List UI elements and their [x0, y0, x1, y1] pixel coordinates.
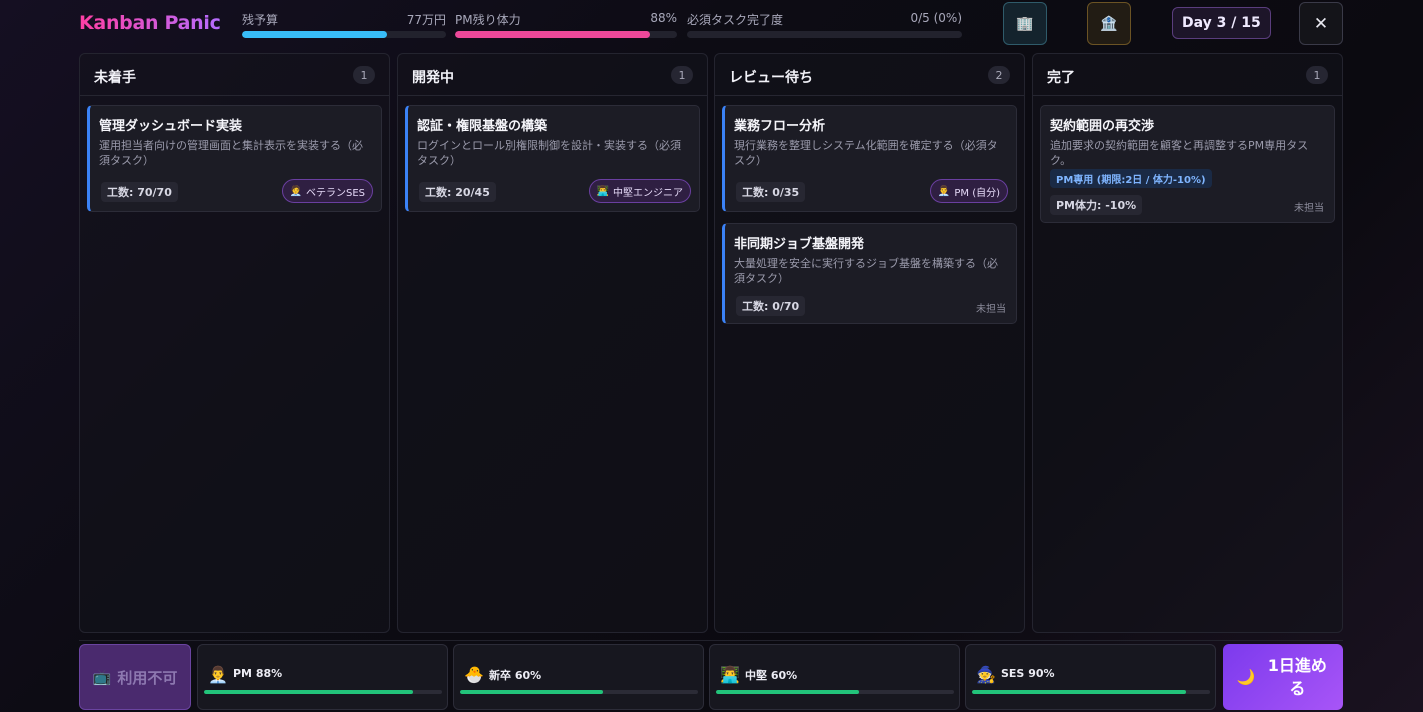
- pm-only-tag: PM専用 (期限:2日 / 体力-10%): [1050, 169, 1212, 188]
- assignee-name: PM (自分): [954, 187, 1000, 199]
- effort-badge: 工数: 20/45: [419, 182, 496, 202]
- unavailable-label: 利用不可: [117, 668, 178, 687]
- required-progress-track: [687, 31, 962, 38]
- task-description: 現行業務を整理しシステム化範囲を確定する（必須タスク）: [734, 139, 998, 167]
- column-header: 開発中 1: [398, 54, 707, 96]
- member-label: PM 88%: [233, 667, 283, 680]
- top-bar: Kanban Panic 残予算 77万円 PM残り体力 88% 必須タスク完了…: [0, 0, 1423, 50]
- member-label: SES 90%: [1001, 667, 1055, 680]
- column-header: 完了 1: [1033, 54, 1342, 96]
- column-count: 2: [988, 66, 1010, 84]
- member-card-pm[interactable]: 👨‍💼 PM 88%: [197, 644, 448, 710]
- effort-badge: 工数: 0/70: [736, 296, 806, 316]
- company-button[interactable]: 🏢: [1003, 2, 1047, 45]
- close-button[interactable]: ✕: [1299, 2, 1343, 45]
- stamina-fill: [204, 690, 414, 694]
- effort-badge: PM体力: -10%: [1050, 195, 1143, 215]
- advance-day-label: 1日進める: [1267, 656, 1327, 698]
- column-header: レビュー待ち 2: [715, 54, 1024, 96]
- assignee-chip[interactable]: 👨‍💻 中堅エンジニア: [588, 179, 691, 203]
- task-title: 認証・権限基盤の構築: [417, 119, 548, 134]
- stamina-track: [460, 690, 698, 694]
- column-title: レビュー待ち: [729, 70, 813, 86]
- bank-button[interactable]: 🏦: [1087, 2, 1131, 45]
- required-progress-label: 必須タスク完了度: [687, 13, 784, 27]
- engineer-icon: 👨‍💻: [596, 185, 609, 197]
- day-counter: Day 3 / 15: [1172, 7, 1271, 39]
- task-title: 契約範囲の再交渉: [1050, 119, 1155, 134]
- column-count: 1: [671, 66, 693, 84]
- task-card[interactable]: 業務フロー分析 現行業務を整理しシステム化範囲を確定する（必須タスク） 工数: …: [722, 105, 1017, 212]
- budget-track: [242, 31, 446, 38]
- assignee-name: ベテランSES: [305, 187, 365, 199]
- wizard-icon: 🧙: [976, 665, 996, 684]
- column-in-progress[interactable]: 開発中 1 認証・権限基盤の構築 ログインとロール別権限制御を設計・実装する（必…: [397, 53, 708, 633]
- pm-stamina-fill: [455, 31, 651, 38]
- unassigned-label[interactable]: 未担当: [1294, 199, 1324, 214]
- required-progress-value: 0/5 (0%): [910, 11, 962, 25]
- member-label: 中堅 60%: [745, 669, 798, 682]
- member-card-ses[interactable]: 🧙 SES 90%: [965, 644, 1216, 710]
- tv-icon: 📺: [92, 668, 112, 686]
- building-icon: 🏢: [1016, 15, 1034, 32]
- effort-badge: 工数: 70/70: [101, 182, 178, 202]
- effort-badge: 工数: 0/35: [736, 182, 806, 202]
- member-card-newgrad[interactable]: 🐣 新卒 60%: [453, 644, 704, 710]
- bank-icon: 🏦: [1100, 15, 1118, 32]
- column-title: 未着手: [94, 70, 136, 86]
- assignee-name: 中堅エンジニア: [613, 187, 683, 199]
- pm-icon: 👨‍💼: [937, 185, 951, 197]
- column-title: 開発中: [412, 70, 454, 86]
- task-title: 業務フロー分析: [734, 119, 826, 134]
- task-card[interactable]: 認証・権限基盤の構築 ログインとロール別権限制御を設計・実装する（必須タスク） …: [405, 105, 700, 212]
- pm-stamina-value: 88%: [650, 11, 677, 25]
- unassigned-label[interactable]: 未担当: [976, 300, 1006, 315]
- assignee-chip[interactable]: 🧑‍💼 ベテランSES: [281, 179, 373, 203]
- task-card[interactable]: 契約範囲の再交渉 追加要求の契約範囲を顧客と再調整するPM専用タスク。 PM専用…: [1040, 105, 1335, 223]
- pm-icon: 👨‍💼: [208, 665, 228, 684]
- moon-icon: 🌙: [1236, 668, 1256, 686]
- task-description: ログインとロール別権限制御を設計・実装する（必須タスク）: [417, 139, 681, 167]
- column-count: 1: [353, 66, 375, 84]
- member-label: 新卒 60%: [489, 669, 542, 682]
- pm-stamina-label: PM残り体力: [455, 13, 521, 27]
- task-title: 管理ダッシュボード実装: [99, 119, 243, 134]
- veteran-ses-icon: 🧑‍💼: [289, 185, 302, 197]
- pm-stamina-track: [455, 31, 677, 38]
- member-card-midlevel[interactable]: 👨‍💻 中堅 60%: [709, 644, 960, 710]
- footer-divider: [79, 640, 1343, 641]
- close-icon: ✕: [1313, 13, 1329, 34]
- advance-day-button[interactable]: 🌙 1日進める: [1223, 644, 1343, 710]
- column-header: 未着手 1: [80, 54, 389, 96]
- engineer-icon: 👨‍💻: [720, 665, 740, 684]
- stamina-track: [716, 690, 954, 694]
- unavailable-button[interactable]: 📺 利用不可: [79, 644, 191, 710]
- stamina-fill: [716, 690, 859, 694]
- column-done[interactable]: 完了 1 契約範囲の再交渉 追加要求の契約範囲を顧客と再調整するPM専用タスク。…: [1032, 53, 1343, 633]
- column-review[interactable]: レビュー待ち 2 業務フロー分析 現行業務を整理しシステム化範囲を確定する（必須…: [714, 53, 1025, 633]
- chick-icon: 🐣: [464, 665, 484, 684]
- stamina-track: [204, 690, 442, 694]
- stamina-fill: [460, 690, 603, 694]
- budget-label: 残予算: [242, 13, 279, 27]
- app-logo: Kanban Panic: [79, 12, 221, 34]
- task-card[interactable]: 非同期ジョブ基盤開発 大量処理を安全に実行するジョブ基盤を構築する（必須タスク）…: [722, 223, 1017, 324]
- task-description: 追加要求の契約範囲を顧客と再調整するPM専用タスク。: [1050, 139, 1309, 167]
- stamina-track: [972, 690, 1210, 694]
- task-title: 非同期ジョブ基盤開発: [734, 237, 865, 252]
- budget-value: 77万円: [406, 13, 446, 27]
- task-card[interactable]: 管理ダッシュボード実装 運用担当者向けの管理画面と集計表示を実装する（必須タスク…: [87, 105, 382, 212]
- task-description: 大量処理を安全に実行するジョブ基盤を構築する（必須タスク）: [734, 257, 998, 285]
- task-description: 運用担当者向けの管理画面と集計表示を実装する（必須タスク）: [99, 139, 363, 167]
- assignee-chip[interactable]: 👨‍💼 PM (自分): [929, 179, 1008, 203]
- budget-fill: [242, 31, 387, 38]
- column-todo[interactable]: 未着手 1 管理ダッシュボード実装 運用担当者向けの管理画面と集計表示を実装する…: [79, 53, 390, 633]
- column-title: 完了: [1047, 70, 1075, 86]
- column-count: 1: [1306, 66, 1328, 84]
- stamina-fill: [972, 690, 1187, 694]
